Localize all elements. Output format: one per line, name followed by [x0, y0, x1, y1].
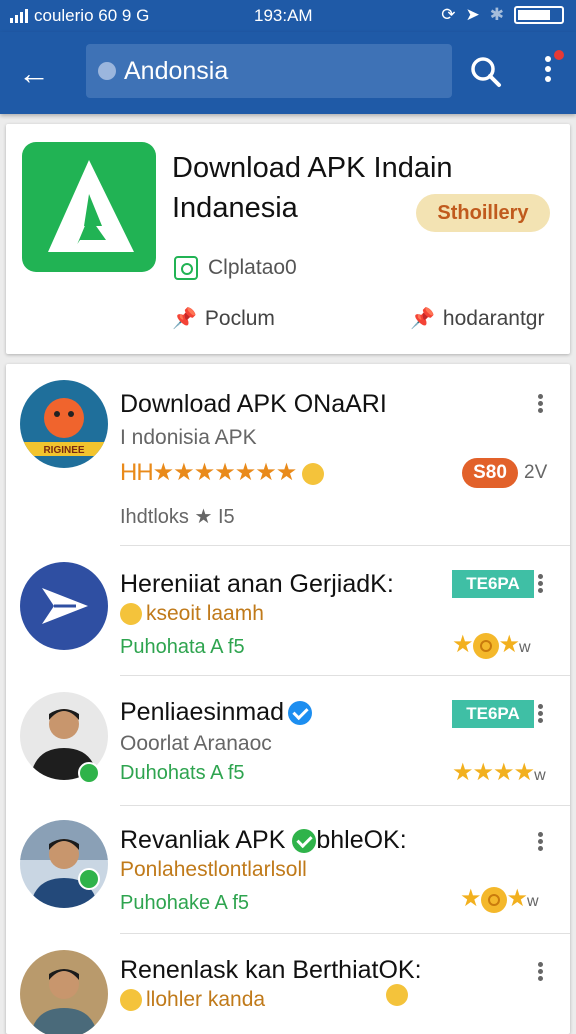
rating-stars: ★ ★w	[452, 631, 531, 659]
battery-icon	[514, 6, 564, 24]
coin-icon	[480, 886, 507, 913]
list-item[interactable]: Penliaesinmad Ooorlat Aranaoc Duhohats A…	[6, 676, 570, 806]
verified-badge-icon	[78, 762, 100, 784]
app-badge: Clplatao0	[174, 256, 297, 280]
list-item[interactable]: RIGINEE Download APK ONaARI I ndonisia A…	[6, 364, 570, 546]
list-item-title: Penliaesinmad	[120, 698, 312, 727]
verified-check-icon	[288, 701, 312, 726]
person-avatar	[20, 950, 108, 1034]
location-pin-icon	[98, 62, 116, 80]
meta-right-text: hodarantgr	[442, 306, 545, 330]
emoji-icon	[120, 603, 142, 626]
signal-icon	[10, 9, 28, 23]
title-suffix: bhleOK:	[316, 826, 407, 854]
stars-suffix: w	[534, 767, 546, 784]
list-item-title: Renenlask kan BerthiatOK:	[120, 956, 422, 984]
tag-badge: TE6PA	[452, 700, 534, 728]
clock: 193:AM	[254, 6, 313, 25]
list-item-meta: Puhohata A f5	[120, 636, 245, 658]
stars-suffix: w	[519, 639, 531, 656]
emoji-icon	[120, 989, 142, 1012]
list-item-title: Hereniiat anan GerjiadK:	[120, 570, 394, 598]
badge-text: Clplatao0	[208, 256, 297, 279]
subtitle-text: kseoit laamh	[146, 602, 264, 625]
emoji-icon	[301, 462, 324, 485]
location-icon: ➤	[465, 5, 480, 24]
list-item-subtitle: I ndonisia APK	[120, 426, 257, 449]
list-item[interactable]: Renenlask kan BerthiatOK: llohler kanda	[6, 934, 570, 1034]
carrier-text: coulerio 60 9 G	[34, 6, 150, 25]
overflow-menu-icon[interactable]	[536, 50, 564, 92]
rating-stars: ★★★★w	[452, 759, 546, 786]
rating-text: HH★★★★★★★	[120, 459, 297, 486]
meta-left-text: Poclum	[204, 306, 275, 330]
list-item-meta: Duhohats A f5	[120, 762, 245, 784]
rating-stars: HH★★★★★★★	[120, 458, 328, 487]
meta-right: 📌 hodarantgr	[410, 306, 544, 331]
sync-icon: ⟳	[441, 5, 456, 24]
app-logo-icon	[22, 142, 156, 272]
coin-icon	[472, 632, 499, 659]
list-item-meta: Puhohake A f5	[120, 892, 250, 914]
avatar-label: RIGINEE	[43, 445, 84, 456]
bluetooth-icon: ✱	[489, 5, 504, 24]
status-bar: coulerio 60 9 G 193:AM ⟳ ➤ ✱	[0, 0, 576, 32]
back-arrow-icon[interactable]: ←	[18, 54, 56, 92]
list-item[interactable]: Revanliak APK bhleOK: Ponlahestlontlarls…	[6, 804, 570, 934]
item-menu-icon[interactable]	[536, 702, 544, 728]
list-item-title: Download APK ONaARI	[120, 390, 387, 418]
person-avatar	[20, 820, 108, 908]
list-item-meta: Ihdtloks ★ I5	[120, 506, 235, 528]
search-box[interactable]	[86, 44, 452, 98]
list-item-subtitle: Ooorlat Aranaoc	[120, 732, 272, 755]
list-item[interactable]: Hereniiat anan GerjiadK: kseoit laamh Pu…	[6, 546, 570, 676]
install-pill-button[interactable]: Sthoillery	[416, 194, 550, 232]
notification-dot	[554, 50, 564, 60]
verified-badge-icon	[78, 868, 100, 890]
item-menu-icon[interactable]	[536, 960, 544, 986]
meta-left: 📌 Poclum	[172, 306, 275, 331]
app-avatar: RIGINEE	[20, 380, 108, 468]
tag-badge: TE6PA	[452, 570, 534, 598]
subtitle-text: llohler kanda	[146, 988, 266, 1011]
verified-check-icon	[292, 829, 317, 854]
search-icon[interactable]	[468, 54, 504, 90]
app-avatar	[20, 562, 108, 650]
item-menu-icon[interactable]	[536, 830, 544, 856]
list-item-title: Revanliak APK bhleOK:	[120, 826, 407, 855]
score-suffix: 2V	[524, 462, 548, 483]
pin-icon: 📌	[410, 308, 435, 330]
stars-suffix: w	[527, 893, 539, 910]
pin-icon: 📌	[172, 308, 197, 330]
rating-stars: ★ ★w	[460, 885, 539, 913]
search-input[interactable]	[124, 56, 444, 86]
featured-app-card[interactable]: Download APK Indain Indanesia Sthoillery…	[6, 124, 570, 354]
title-text: Penliaesinmad	[120, 698, 284, 726]
emoji-icon	[386, 984, 408, 1006]
list-item-subtitle: kseoit laamh	[120, 602, 264, 626]
title-text: Revanliak APK	[120, 826, 286, 854]
list-item-subtitle: llohler kanda	[120, 988, 265, 1012]
item-menu-icon[interactable]	[536, 392, 544, 418]
score-badge: S80	[462, 458, 518, 488]
list-item-subtitle: Ponlahestlontlarlsoll	[120, 858, 307, 881]
verified-badge-icon	[174, 256, 198, 280]
item-menu-icon[interactable]	[536, 572, 544, 598]
app-list: RIGINEE Download APK ONaARI I ndonisia A…	[6, 364, 570, 1034]
app-bar: ←	[0, 32, 576, 114]
